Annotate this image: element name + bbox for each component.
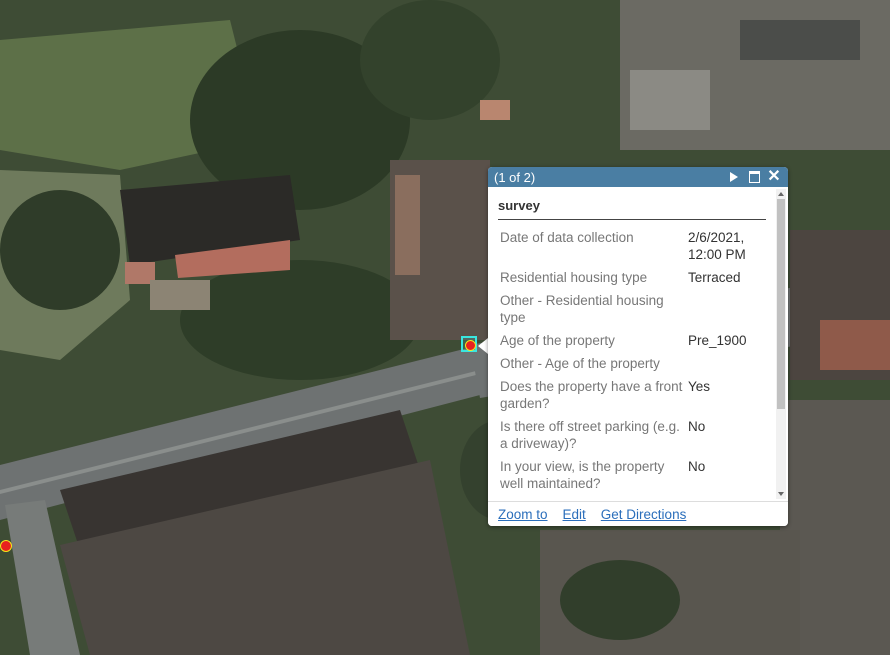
popup-feature-count: (1 of 2): [494, 169, 536, 185]
scroll-thumb[interactable]: [777, 199, 785, 409]
attribute-label: In your view, is the property well maint…: [500, 459, 665, 491]
attribute-label: Is there off street parking (e.g. a driv…: [500, 419, 680, 451]
attribute-value: Yes: [688, 379, 711, 394]
attribute-value: Pre_1900: [688, 333, 747, 348]
attribute-row: Date of data collection 2/6/2021, 12:00 …: [498, 226, 766, 266]
attribute-row: In your view, is the property well maint…: [498, 455, 766, 495]
survey-point-marker[interactable]: [0, 540, 12, 552]
attribute-row: Age of the property Pre_1900: [498, 329, 766, 352]
attribute-row: Other - Age of the property: [498, 352, 766, 375]
attribute-label: Other - Residential housing type: [500, 293, 664, 325]
scroll-down-icon[interactable]: [778, 492, 784, 496]
maximize-button[interactable]: [746, 169, 762, 185]
popup-pointer: [478, 338, 488, 354]
feature-popup: (1 of 2) ✕ survey Date of data collectio…: [488, 167, 788, 526]
get-directions-link[interactable]: Get Directions: [601, 507, 687, 522]
attribute-value: [686, 289, 766, 329]
attribute-value: No: [688, 459, 706, 474]
next-feature-button[interactable]: [726, 169, 742, 185]
popup-scrollbar[interactable]: [776, 189, 786, 499]
edit-link[interactable]: Edit: [563, 507, 586, 522]
attribute-value: No: [688, 419, 706, 434]
attribute-label: Residential housing type: [500, 270, 648, 285]
attribute-value: [686, 352, 766, 375]
attribute-row: Is there off street parking (e.g. a driv…: [498, 415, 766, 455]
attribute-value: 2/6/2021, 12:00 PM: [688, 230, 746, 262]
attribute-row: Other - Residential housing type: [498, 289, 766, 329]
maximize-icon: [748, 171, 760, 183]
attribute-value: Terraced: [688, 270, 741, 285]
popup-title: survey: [498, 198, 766, 220]
survey-point-marker-selected[interactable]: [465, 340, 476, 351]
popup-content: survey Date of data collection 2/6/2021,…: [498, 187, 766, 495]
attribute-label: Other - Age of the property: [500, 356, 660, 371]
popup-header: (1 of 2) ✕: [488, 167, 788, 187]
attribute-row: Does the property have a front garden? Y…: [498, 375, 766, 415]
attribute-label: Age of the property: [500, 333, 615, 348]
popup-body[interactable]: survey Date of data collection 2/6/2021,…: [488, 187, 788, 501]
attribute-row: Residential housing type Terraced: [498, 266, 766, 289]
play-icon: [730, 172, 738, 182]
close-button[interactable]: ✕: [766, 169, 782, 185]
attribute-label: Does the property have a front garden?: [500, 379, 683, 411]
scroll-up-icon[interactable]: [778, 192, 784, 196]
attribute-label: Date of data collection: [500, 230, 634, 245]
popup-actions: Zoom to Edit Get Directions: [488, 501, 788, 526]
close-icon: ✕: [767, 168, 781, 185]
attribute-table: Date of data collection 2/6/2021, 12:00 …: [498, 226, 766, 495]
zoom-to-link[interactable]: Zoom to: [498, 507, 548, 522]
